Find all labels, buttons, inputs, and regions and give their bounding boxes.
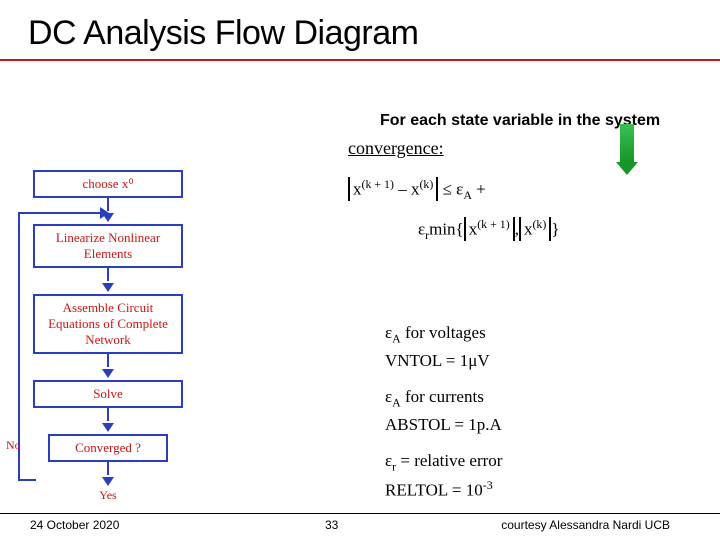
flowchart: choose x⁰ Linearize Nonlinear Elements A…	[18, 170, 198, 503]
footer: 24 October 2020 33 courtesy Alessandra N…	[0, 513, 720, 532]
tolerances-block: εA for voltages VNTOL = 1μV εA for curre…	[385, 320, 502, 504]
tol-voltage-label: εA for voltages	[385, 320, 502, 348]
slide-title: DC Analysis Flow Diagram	[0, 0, 720, 61]
flow-linearize: Linearize Nonlinear Elements	[33, 224, 183, 268]
convergence-block: convergence: x(k + 1) – x(k) ≤ εA + εrmi…	[348, 138, 559, 247]
convergence-eq1: x(k + 1) – x(k) ≤ εA +	[348, 177, 559, 203]
footer-credit: courtesy Alessandra Nardi UCB	[501, 518, 670, 532]
flow-no-label: No	[6, 438, 21, 453]
tol-vntol: VNTOL = 1μV	[385, 348, 502, 374]
convergence-heading: convergence:	[348, 138, 559, 159]
convergence-eq2: εrmin{x(k + 1),x(k)}	[348, 217, 559, 243]
flow-solve: Solve	[33, 380, 183, 408]
flow-yes-label: Yes	[18, 488, 198, 503]
tol-reltol: RELTOL = 10-3	[385, 476, 502, 504]
arrow-down-icon	[618, 124, 636, 174]
flow-assemble: Assemble Circuit Equations of Complete N…	[33, 294, 183, 354]
tol-abstol: ABSTOL = 1p.A	[385, 412, 502, 438]
flow-choose: choose x⁰	[33, 170, 183, 198]
flow-converged: Converged ?	[48, 434, 168, 462]
footer-page: 33	[325, 518, 338, 532]
tol-relerr-label: εr = relative error	[385, 448, 502, 476]
footer-date: 24 October 2020	[30, 518, 119, 532]
tol-current-label: εA for currents	[385, 384, 502, 412]
